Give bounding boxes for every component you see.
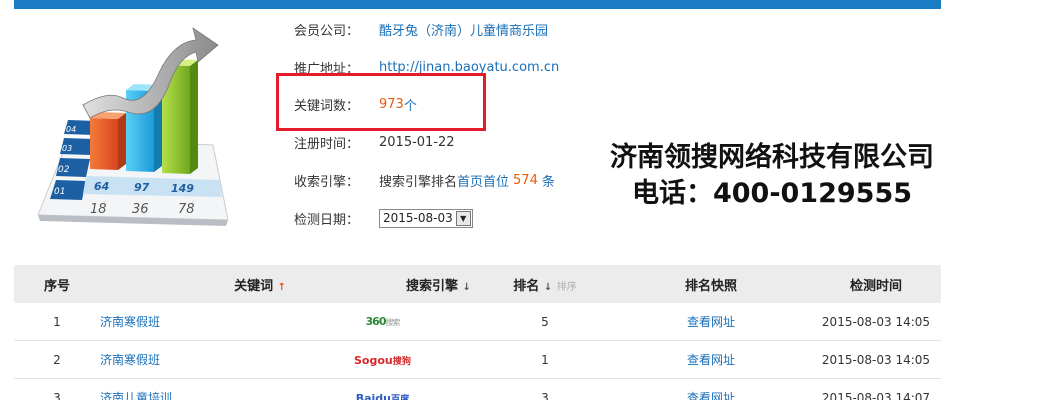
sort-down-icon[interactable]: ↓: [544, 282, 552, 293]
bar-chart-illustration: 04 03 02 01 64 97 149 18 36 78: [37, 27, 229, 226]
indexed-link[interactable]: 首页首位: [457, 171, 509, 190]
value-label: 64: [94, 180, 109, 193]
row-check-time: 2015-08-03 14:07: [821, 390, 931, 400]
row-check-time: 2015-08-03 14:05: [821, 352, 931, 367]
header-rank[interactable]: 排名 ↓ 排序: [479, 275, 611, 294]
register-label: 注册时间：: [294, 136, 360, 152]
engine-sub: 搜索: [385, 318, 400, 327]
engine-sub: 搜狗: [392, 355, 412, 367]
indexed-unit: 条: [541, 174, 555, 190]
ranking-table: 序号 关键词 ↑ 搜索引擎 ↓ 排名 ↓ 排序 排名快照 检测时间 1 济南寒假…: [14, 265, 941, 400]
header-engine-label: 搜索引擎: [406, 278, 459, 294]
row-keyword-link[interactable]: 济南寒假班: [100, 313, 286, 330]
header-check-time: 检测时间: [849, 278, 902, 294]
row-check-time: 2015-08-03 14:05: [821, 314, 931, 329]
sort-up-icon[interactable]: ↑: [278, 282, 286, 293]
bars: [90, 59, 198, 174]
value-label: 78: [178, 202, 195, 217]
indexed-label: 收索引擎：: [294, 174, 360, 190]
chevron-down-icon[interactable]: ▼: [455, 210, 471, 226]
engine-sub: 百度: [390, 393, 410, 400]
row-index: 3: [53, 390, 61, 400]
table-row: 2 济南寒假班 Sogou搜狗 1 查看网址 2015-08-03 14:05: [14, 341, 941, 379]
value-label: 18: [90, 202, 107, 217]
row-label: 04: [66, 125, 76, 134]
engine-name: Sogou: [353, 353, 393, 367]
indexed-prefix: 搜索引擎排名: [379, 174, 458, 190]
row-index: 1: [53, 314, 61, 329]
engine-name: 360: [365, 315, 387, 328]
row-index: 2: [53, 352, 61, 367]
header-keyword[interactable]: 关键词 ↑: [100, 275, 286, 294]
engine-logo-baidu: Baidu百度: [286, 391, 479, 400]
row-keyword-link[interactable]: 济南儿童培训: [100, 389, 286, 400]
sort-down-icon[interactable]: ↓: [463, 282, 471, 293]
register-date: 2015-01-22: [379, 134, 455, 150]
company-label: 会员公司：: [294, 23, 360, 39]
check-date-row: 检测日期： 2015-08-03 ▼: [294, 206, 473, 230]
company-overlay: 济南领搜网络科技有限公司 电话：400-0129555: [596, 140, 948, 212]
row-label: 01: [54, 187, 65, 197]
company-link[interactable]: 酷牙兔（济南）儿童情商乐园: [379, 20, 548, 39]
value-label: 97: [134, 181, 150, 194]
company-phone: 电话：400-0129555: [631, 178, 913, 209]
company-name: 济南领搜网络科技有限公司: [610, 142, 934, 173]
header-keyword-label: 关键词: [234, 278, 274, 294]
row-label: 03: [62, 144, 72, 153]
row-snapshot-link[interactable]: 查看网址: [611, 351, 811, 368]
keywords-highlight-box: [276, 73, 486, 131]
row-rank: 1: [541, 352, 549, 367]
row-snapshot-link[interactable]: 查看网址: [611, 389, 811, 400]
table-row: 3 济南儿童培训 Baidu百度 3 查看网址 2015-08-03 14:07: [14, 379, 941, 400]
row-label: 02: [58, 165, 70, 175]
engine-name: Baidu: [355, 391, 391, 400]
row-snapshot-link[interactable]: 查看网址: [611, 313, 811, 330]
indexed-row: 收索引擎： 搜索引擎排名 首页首位 574 条: [294, 168, 555, 192]
indexed-count: 574: [513, 172, 538, 188]
header-engine[interactable]: 搜索引擎 ↓: [286, 275, 479, 294]
check-date-label: 检测日期：: [294, 212, 360, 228]
value-label: 149: [171, 182, 194, 195]
header-rank-label: 排名: [513, 278, 540, 294]
top-blue-bar: [14, 0, 941, 9]
engine-logo-360: 360搜索: [286, 315, 479, 328]
table-row: 1 济南寒假班 360搜索 5 查看网址 2015-08-03 14:05: [14, 303, 941, 341]
register-row: 注册时间： 2015-01-22: [294, 130, 455, 154]
check-date-value: 2015-08-03: [383, 211, 453, 225]
table-header: 序号 关键词 ↑ 搜索引擎 ↓ 排名 ↓ 排序 排名快照 检测时间: [14, 265, 941, 303]
row-keyword-link[interactable]: 济南寒假班: [100, 351, 286, 368]
company-row: 会员公司： 酷牙兔（济南）儿童情商乐园: [294, 17, 548, 41]
check-date-select[interactable]: 2015-08-03 ▼: [379, 208, 473, 228]
engine-logo-sogou: Sogou搜狗: [286, 353, 479, 367]
header-snapshot: 排名快照: [684, 278, 737, 294]
row-rank: 5: [541, 314, 549, 329]
row-rank: 3: [541, 390, 549, 400]
header-rank-sort[interactable]: 排序: [557, 282, 577, 293]
header-index: 序号: [43, 278, 70, 294]
value-label: 36: [132, 202, 149, 217]
